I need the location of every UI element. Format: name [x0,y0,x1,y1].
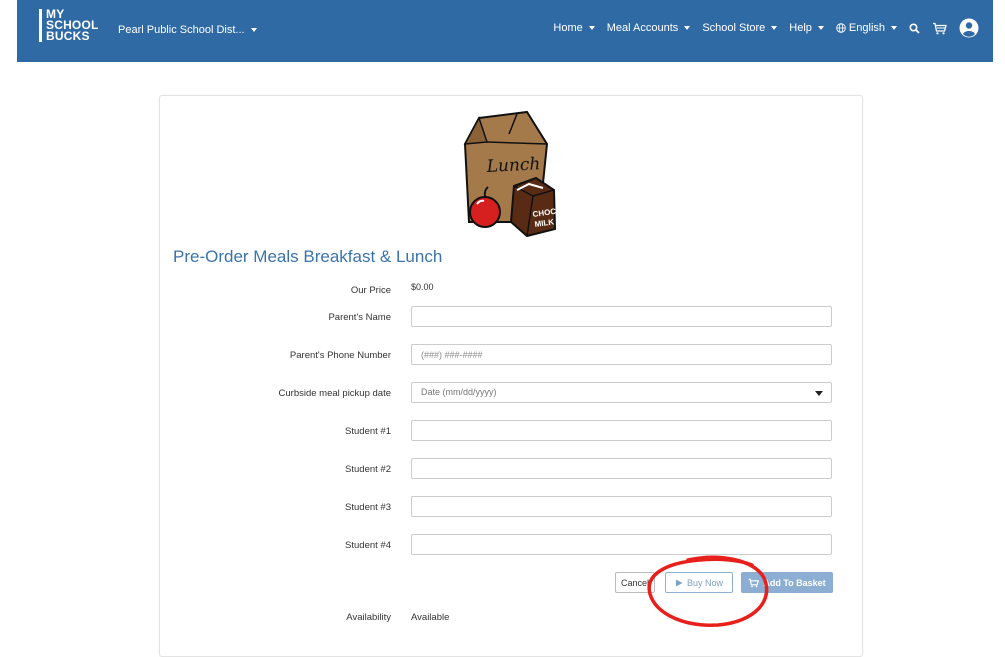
cancel-button-label: Cancel [620,577,649,588]
student-3-label: Student #3 [345,502,391,513]
add-to-basket-label: Add To Basket [763,577,826,588]
availability-value: Available [411,612,450,623]
student-2-input[interactable] [411,458,832,479]
pickup-date-placeholder: Date (mm/dd/yyyy) [421,387,497,397]
cart-icon [933,22,947,34]
phone-input[interactable] [411,344,832,365]
nav-meal-accounts[interactable]: Meal Accounts [607,22,691,34]
pickup-date-select[interactable]: Date (mm/dd/yyyy) [411,382,832,403]
chevron-down-icon [250,28,257,33]
district-selector[interactable]: Pearl Public School Dist... [118,24,257,36]
search-button[interactable] [909,22,920,34]
chevron-down-icon [891,26,897,30]
availability-label: Availability [346,612,391,623]
buy-now-button[interactable]: Buy Now [665,572,733,593]
student-4-input[interactable] [411,534,832,555]
cart-icon [749,578,760,587]
district-name: Pearl Public School Dist... [118,24,245,36]
nav-school-store[interactable]: School Store [702,22,778,34]
nav-home-label: Home [553,22,583,34]
add-to-basket-button[interactable]: Add To Basket [741,572,833,593]
search-icon [909,22,920,34]
student-1-label: Student #1 [345,426,391,437]
logo-line-3: BUCKS [46,29,90,43]
account-button[interactable] [959,18,979,38]
nav-help-label: Help [789,22,812,34]
nav-school-store-label: School Store [702,22,766,34]
page-title: Pre-Order Meals Breakfast & Lunch [173,247,443,266]
lunch-bag-image: Lunch CHOCO MILK [463,110,563,238]
chevron-down-icon [588,26,595,30]
chevron-down-icon [815,391,823,396]
pickup-date-label: Curbside meal pickup date [278,388,391,399]
user-account-icon [959,18,979,38]
chevron-down-icon [817,26,824,30]
nav-language[interactable]: English [836,22,897,34]
play-icon [675,579,683,586]
main-nav: Home Meal Accounts School Store Help Eng… [541,18,979,38]
chevron-down-icon [771,26,778,30]
cart-button[interactable] [932,22,947,35]
myschoolbucks-logo[interactable]: MY SCHOOL BUCKS [39,8,99,43]
chevron-down-icon [684,26,691,30]
parent-name-input[interactable] [411,306,832,327]
price-value: $0.00 [411,282,434,292]
student-3-input[interactable] [411,496,832,517]
nav-help[interactable]: Help [789,22,824,34]
cancel-button[interactable]: Cancel [615,572,655,593]
top-navigation-bar: MY SCHOOL BUCKS Pearl Public School Dist… [17,0,993,62]
nav-meal-accounts-label: Meal Accounts [606,22,679,34]
buy-now-label: Buy Now [686,577,723,588]
student-4-label: Student #4 [345,540,391,551]
globe-icon [836,23,846,33]
phone-label: Parent's Phone Number [289,350,391,361]
product-card: Lunch CHOCO MILK Pre-Order Meals Breakfa… [159,95,863,657]
nav-home[interactable]: Home [553,22,595,34]
nav-language-label: English [848,22,885,34]
price-label: Our Price [350,285,391,296]
lunch-bag-text: Lunch [485,154,541,177]
student-2-label: Student #2 [345,464,391,475]
student-1-input[interactable] [411,420,832,441]
parent-name-label: Parent's Name [328,312,391,323]
